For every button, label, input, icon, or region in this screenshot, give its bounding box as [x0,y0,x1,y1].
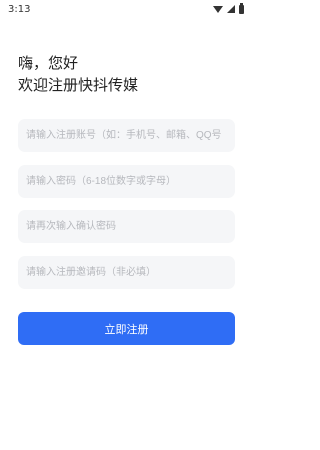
cell-signal-icon [227,5,235,13]
invite-code-input[interactable] [18,256,235,289]
greeting-line-1: 嗨，您好 [18,54,79,72]
status-icons [213,2,244,14]
status-time: 3:13 [8,3,31,15]
greeting-line-2: 欢迎注册快抖传媒 [18,76,139,94]
account-input[interactable] [18,119,235,152]
status-bar: 3:13 [0,0,252,18]
confirm-password-input[interactable] [18,210,235,243]
greeting-heading: 嗨，您好 欢迎注册快抖传媒 [18,52,138,96]
password-input[interactable] [18,165,235,198]
register-button[interactable]: 立即注册 [18,312,235,345]
wifi-icon [213,5,223,13]
battery-icon [239,2,244,14]
